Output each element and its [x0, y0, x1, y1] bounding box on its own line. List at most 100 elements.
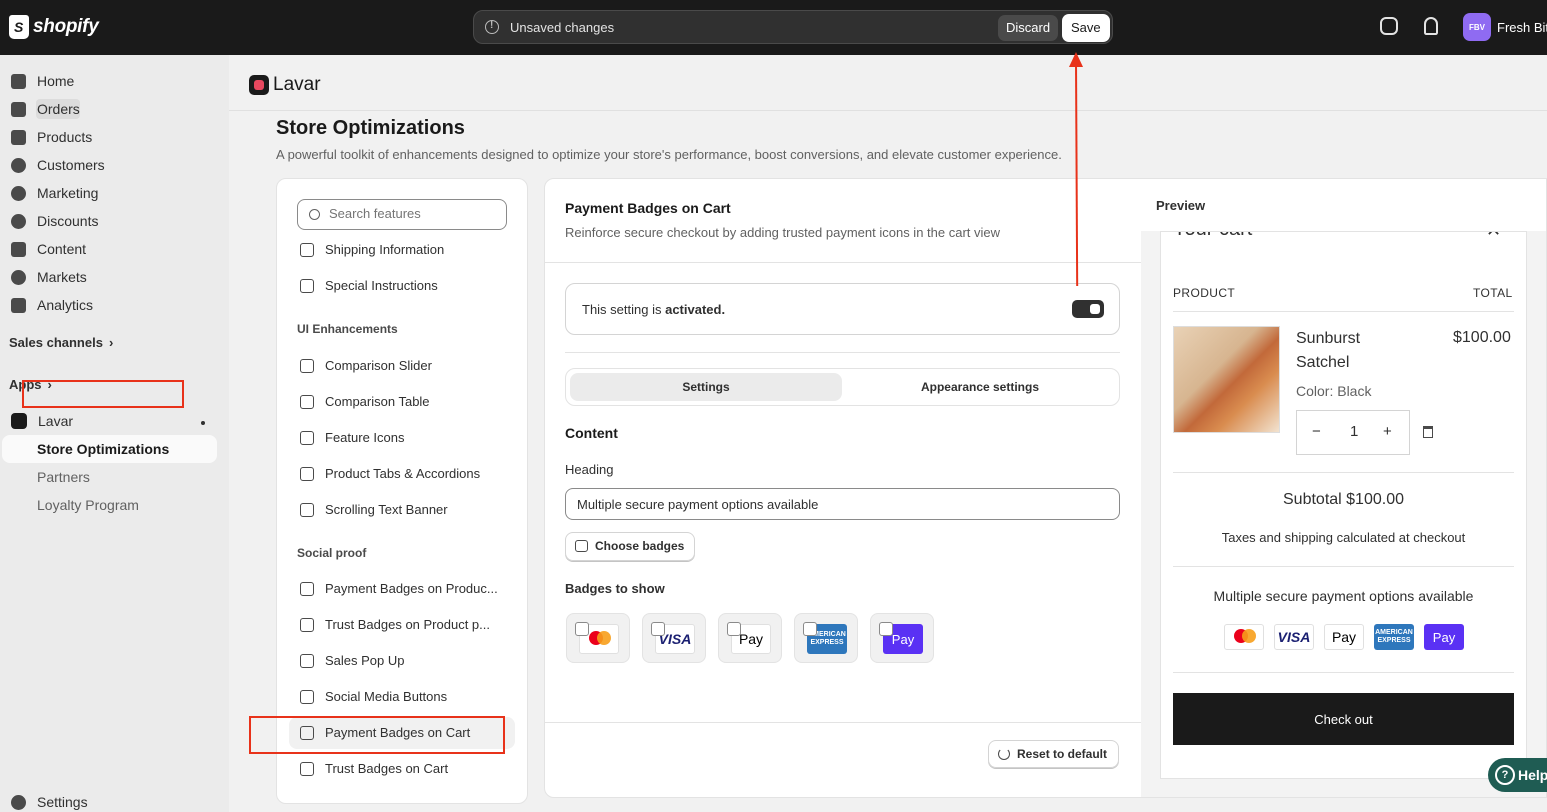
feature-item[interactable]: Special Instructions	[300, 278, 438, 293]
minus-icon[interactable]: −	[1312, 423, 1321, 440]
feature-item[interactable]: Trust Badges on Product p...	[300, 617, 490, 632]
nav-label: Analytics	[37, 297, 94, 313]
target-icon	[11, 185, 26, 201]
feature-item[interactable]: Comparison Slider	[300, 358, 432, 373]
feature-item[interactable]: Social Media Buttons	[300, 689, 447, 704]
tab-settings[interactable]: Settings	[570, 373, 842, 401]
settings-card: Payment Badges on Cart Reinforce secure …	[544, 178, 1547, 798]
feature-label: Trust Badges on Product p...	[325, 617, 490, 632]
product-image	[1173, 326, 1280, 433]
tab-appearance-settings[interactable]: Appearance settings	[844, 373, 1116, 401]
content-heading: Content	[565, 425, 618, 441]
badge-option-mastercard[interactable]	[566, 613, 630, 663]
nav-item-orders[interactable]: Orders	[11, 101, 80, 117]
choose-badges-button[interactable]: Choose badges	[565, 532, 696, 561]
nav-item-marketing[interactable]: Marketing	[11, 185, 98, 201]
nav-label: Markets	[37, 269, 87, 285]
payment-icon	[300, 581, 314, 596]
trash-icon[interactable]	[1423, 426, 1433, 438]
apple-pay-icon: Pay	[1324, 624, 1364, 650]
feature-item[interactable]: Feature Icons	[300, 430, 405, 445]
alert-circle-icon	[485, 20, 499, 34]
reset-to-default-button[interactable]: Reset to default	[988, 740, 1120, 768]
monitor-icon	[11, 241, 26, 257]
close-icon[interactable]: ✕	[1486, 232, 1501, 241]
nav-item-discounts[interactable]: Discounts	[11, 213, 98, 229]
feature-item[interactable]: Scrolling Text Banner	[300, 502, 448, 517]
search-icon	[309, 209, 320, 220]
section-label: Sales channels	[9, 335, 103, 350]
nav-label: Lavar	[38, 413, 74, 429]
badge-option-opay[interactable]: Pay	[870, 613, 934, 663]
badge-checkbox[interactable]	[651, 622, 665, 636]
activation-box: This setting is activated.	[565, 283, 1120, 335]
shopify-logo[interactable]: shopify	[9, 15, 99, 39]
feature-label: Special Instructions	[325, 278, 438, 293]
nav-item-customers[interactable]: Customers	[11, 157, 105, 173]
activation-status: activated.	[665, 302, 726, 317]
nav-item-products[interactable]: Products	[11, 129, 92, 145]
badge-option-visa[interactable]: VISA	[642, 613, 706, 663]
page-subtitle: A powerful toolkit of enhancements desig…	[276, 147, 1062, 162]
product-name: Sunburst Satchel	[1296, 330, 1361, 371]
nav-sub-loyalty-program[interactable]: Loyalty Program	[37, 497, 139, 513]
top-bar: shopify Unsaved changes Discard Save FBV…	[0, 0, 1547, 55]
highlight-box-nav	[22, 380, 184, 408]
nav-sub-partners[interactable]: Partners	[37, 469, 90, 485]
nav-label: Orders	[37, 101, 80, 117]
feature-label: Trust Badges on Cart	[325, 761, 449, 776]
save-button[interactable]: Save	[1062, 14, 1110, 42]
feature-item[interactable]: Payment Badges on Produc...	[300, 581, 498, 596]
settings-title: Payment Badges on Cart	[565, 200, 731, 216]
feature-label: Sales Pop Up	[325, 653, 405, 668]
settings-tabs: Settings Appearance settings	[565, 368, 1120, 406]
feature-item[interactable]: Product Tabs & Accordions	[300, 466, 480, 481]
help-button[interactable]: Help	[1488, 758, 1547, 792]
nav-sub-store-optimizations[interactable]: Store Optimizations	[37, 441, 169, 457]
nav-item-analytics[interactable]: Analytics	[11, 297, 93, 313]
bell-icon[interactable]	[1424, 17, 1438, 35]
sidekick-icon[interactable]	[1380, 17, 1398, 35]
badge-option-amex[interactable]: AMERICAN EXPRESS	[794, 613, 858, 663]
divider	[545, 262, 1141, 263]
badge-icon	[300, 617, 314, 632]
search-input[interactable]	[329, 206, 499, 221]
nav-item-markets[interactable]: Markets	[11, 269, 87, 285]
heading-label: Heading	[565, 462, 614, 477]
feature-label: Comparison Slider	[325, 358, 432, 373]
badge-checkbox[interactable]	[879, 622, 893, 636]
heading-field[interactable]	[565, 488, 1120, 520]
brand-name: shopify	[33, 16, 99, 37]
divider	[1173, 566, 1514, 567]
feature-item[interactable]: Trust Badges on Cart	[300, 761, 448, 776]
feature-item[interactable]: Comparison Table	[300, 394, 430, 409]
list-icon	[300, 278, 314, 293]
plus-icon[interactable]: +	[1383, 423, 1392, 440]
nav-item-home[interactable]: Home	[11, 73, 74, 89]
home-icon	[11, 73, 26, 89]
checkout-button[interactable]: Check out	[1173, 693, 1514, 745]
badge-option-apple-pay[interactable]: Pay	[718, 613, 782, 663]
nav-label: Customers	[37, 157, 105, 173]
nav-item-content[interactable]: Content	[11, 241, 86, 257]
discount-icon	[11, 213, 26, 229]
divider	[545, 722, 1141, 723]
nav-item-lavar[interactable]: Lavar	[11, 413, 73, 429]
activation-toggle[interactable]	[1072, 300, 1104, 318]
unsaved-message: Unsaved changes	[510, 19, 615, 35]
search-box[interactable]	[297, 199, 507, 230]
sales-channels-section[interactable]: Sales channels ›	[9, 335, 113, 350]
nav-item-settings[interactable]: Settings	[11, 794, 88, 810]
badge-icon	[300, 761, 314, 776]
text-icon	[300, 502, 314, 517]
feature-item[interactable]: Sales Pop Up	[300, 653, 405, 668]
feature-item[interactable]: Shipping Information	[300, 242, 444, 257]
nav-label: Content	[37, 241, 87, 257]
highlight-box-feature	[249, 716, 505, 754]
badge-checkbox[interactable]	[727, 622, 741, 636]
discard-button[interactable]: Discard	[998, 15, 1059, 41]
activation-prefix: This setting is	[582, 302, 666, 317]
account-menu[interactable]: FBV Fresh Bite	[1463, 13, 1547, 41]
badge-checkbox[interactable]	[803, 622, 817, 636]
badge-checkbox[interactable]	[575, 622, 589, 636]
